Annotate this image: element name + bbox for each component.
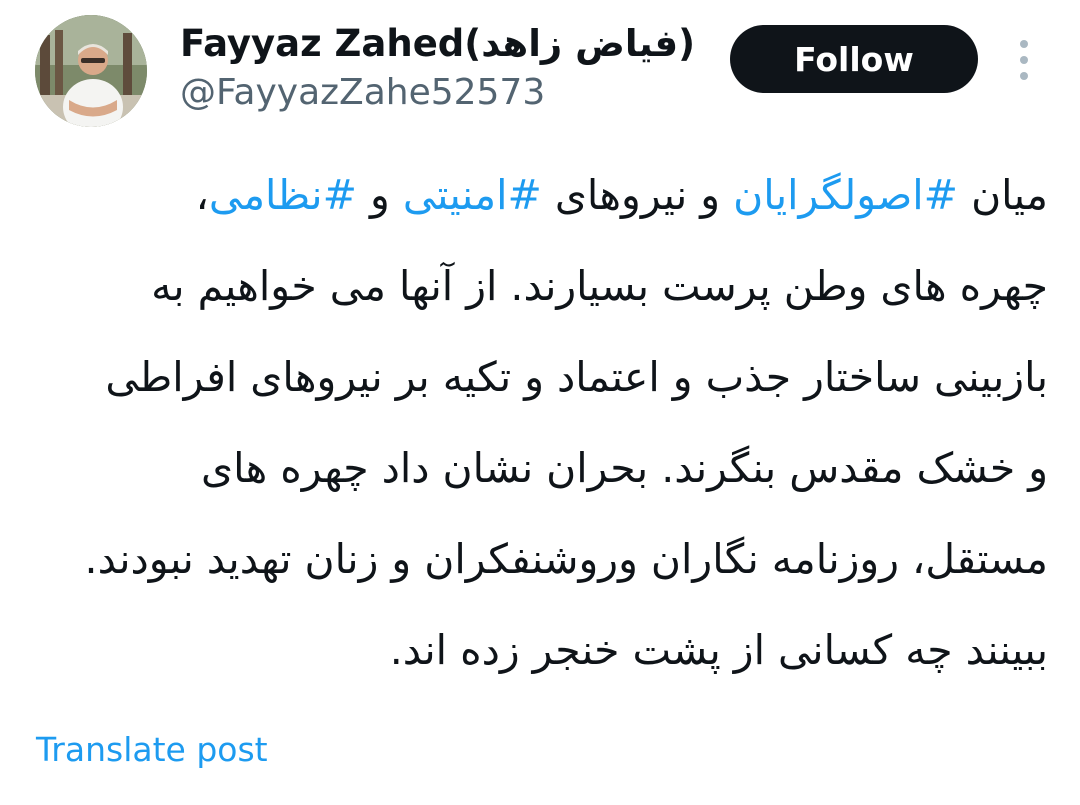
vertical-ellipsis-icon[interactable] <box>1010 40 1038 80</box>
tweet-card: Fayyaz Zahed(فیاض زاهد) @FayyazZahe52573… <box>0 0 1080 805</box>
follow-button[interactable]: Follow <box>730 25 978 93</box>
post-line: میان #اصولگرایان و نیروهای #امنیتی و #نظ… <box>30 150 1048 241</box>
hashtag-link[interactable]: #اصولگرایان <box>733 171 958 219</box>
post-text-segment: میان <box>958 171 1048 219</box>
hashtag-link[interactable]: #نظامی <box>209 171 357 219</box>
author-display-name[interactable]: Fayyaz Zahed(فیاض زاهد) <box>180 20 695 68</box>
post-line: ببینند چه کسانی از پشت خنجر زده اند. <box>389 626 1048 674</box>
post-line: مستقل، روزنامه نگاران وروشنفکران و زنان … <box>84 535 1048 583</box>
post-line: و خشک مقدس بنگرند. بحران نشان داد چهره ه… <box>200 444 1048 492</box>
more-dot <box>1020 72 1028 80</box>
hashtag-link[interactable]: #امنیتی <box>403 171 542 219</box>
post-text-segment: و نیروهای <box>541 171 734 219</box>
avatar[interactable] <box>35 15 147 127</box>
post-text-segment: ، <box>195 171 209 219</box>
post-line: بازبینی ساختار جذب و اعتماد و تکیه بر نی… <box>105 353 1048 401</box>
translate-post-link[interactable]: Translate post <box>36 728 268 772</box>
post-line: چهره های وطن پرست بسیارند. از آنها می خو… <box>151 262 1048 310</box>
profile-photo-icon <box>35 15 147 127</box>
post-text: میان #اصولگرایان و نیروهای #امنیتی و #نظ… <box>30 150 1048 696</box>
post-text-segment: و <box>356 171 403 219</box>
more-dot <box>1020 56 1028 64</box>
more-dot <box>1020 40 1028 48</box>
author-handle[interactable]: @FayyazZahe52573 <box>180 70 545 116</box>
